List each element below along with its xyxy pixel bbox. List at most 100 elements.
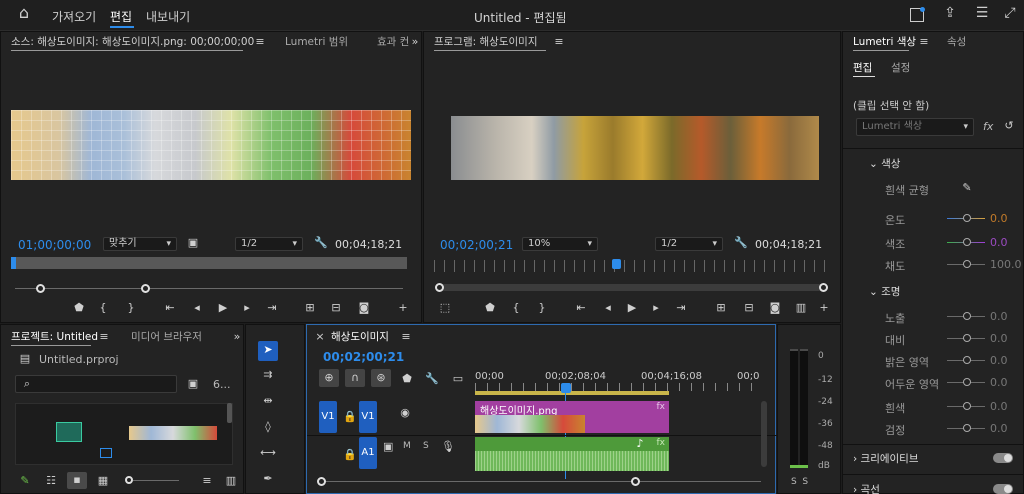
wrench-icon[interactable]: 🔧 xyxy=(734,237,748,249)
sequence-tab[interactable]: 해상도이미지 xyxy=(331,327,389,347)
source-res-dropdown[interactable]: 1/2 xyxy=(235,237,303,251)
curves-section-toggle[interactable]: › 곡선 xyxy=(853,482,880,494)
work-area-bar[interactable] xyxy=(475,391,669,395)
timeline-ruler[interactable] xyxy=(475,383,759,391)
program-playhead[interactable] xyxy=(612,259,621,269)
sort-icon[interactable]: ≡ xyxy=(201,475,213,487)
saturation-knob[interactable] xyxy=(963,260,971,268)
insert-icon[interactable]: ⊞ xyxy=(303,302,317,314)
overwrite-icon[interactable]: ⊟ xyxy=(329,302,343,314)
program-time-ruler[interactable] xyxy=(434,260,830,272)
mark-in-icon[interactable]: { xyxy=(97,302,109,314)
sync-lock-icon[interactable]: ▣ xyxy=(383,441,393,453)
source-playhead[interactable] xyxy=(11,257,16,269)
captions-icon[interactable]: ▭ xyxy=(451,373,465,385)
curves-toggle[interactable] xyxy=(993,484,1013,494)
tint-value[interactable]: 0.0 xyxy=(990,236,1008,249)
source-timecode[interactable]: 01;00;00;00 xyxy=(18,238,91,252)
track-select-icon[interactable]: ⇉ xyxy=(260,369,276,381)
effects-tab[interactable]: 효과 컨 xyxy=(377,32,409,52)
video-clip[interactable]: 해상도이미지.png fx xyxy=(475,401,669,433)
solo-button[interactable]: S xyxy=(423,441,429,451)
mark-out-icon[interactable]: } xyxy=(125,302,137,314)
reset-icon[interactable]: ↺ xyxy=(1003,120,1015,132)
program-zoom-handle-left[interactable] xyxy=(435,283,444,292)
razor-icon[interactable]: ◊ xyxy=(260,421,276,433)
menu-icon[interactable]: ≡ xyxy=(554,36,564,48)
ripple-edit-icon[interactable]: ⇹ xyxy=(260,395,276,407)
program-tab[interactable]: 프로그램: 해상도이미지 xyxy=(434,32,537,52)
lock-icon[interactable]: 🔒 xyxy=(343,449,357,461)
source-zoom-handle-right[interactable] xyxy=(141,284,150,293)
lumetri-tab[interactable]: Lumetri 색상 xyxy=(853,32,916,52)
camera-icon[interactable]: ◙ xyxy=(357,302,371,314)
safe-margin-icon[interactable]: ⬚ xyxy=(438,302,452,314)
image-thumbnail[interactable] xyxy=(129,426,217,440)
wrench-icon[interactable]: 🔧 xyxy=(314,237,328,249)
eye-icon[interactable]: ◉ xyxy=(399,407,411,419)
media-browser-tab[interactable]: 미디어 브라우저 xyxy=(131,327,202,347)
project-scrollbar[interactable] xyxy=(227,403,232,423)
audio-thumbnail[interactable] xyxy=(56,422,82,442)
snap-icon[interactable]: ∩ xyxy=(345,369,365,387)
step-back-icon[interactable]: ◂ xyxy=(191,302,203,314)
source-time-ruler[interactable] xyxy=(11,257,407,269)
a1-target[interactable]: A1 xyxy=(359,437,377,469)
compare-icon[interactable]: ▥ xyxy=(794,302,808,314)
play-icon[interactable]: ▶ xyxy=(626,302,638,314)
vertical-zoom-bar[interactable] xyxy=(761,401,767,467)
wrench-icon[interactable]: 🔧 xyxy=(425,373,439,385)
shadows-knob[interactable] xyxy=(963,378,971,386)
project-tab[interactable]: 프로젝트: Untitled xyxy=(11,327,98,347)
light-section-toggle[interactable]: ⌄ 조명 xyxy=(869,284,900,299)
program-zoom-handle-right[interactable] xyxy=(819,283,828,292)
go-to-out-icon[interactable]: ⇥ xyxy=(674,302,688,314)
thumbnail-size-slider[interactable] xyxy=(125,476,133,484)
marker-icon[interactable]: ⬟ xyxy=(73,302,85,314)
blacks-value[interactable]: 0.0 xyxy=(990,422,1008,435)
menu-icon[interactable]: ≡ xyxy=(401,331,411,343)
extract-icon[interactable]: ⊟ xyxy=(742,302,756,314)
zoom-dropdown[interactable]: 10% xyxy=(522,237,598,251)
play-icon[interactable]: ▶ xyxy=(217,302,229,314)
saturation-value[interactable]: 100.0 xyxy=(990,258,1022,271)
settings-icon[interactable]: ▣ xyxy=(187,237,199,249)
share-icon[interactable]: ⇪ xyxy=(942,6,958,23)
nav-edit[interactable]: 편집 xyxy=(110,8,132,25)
v1-target[interactable]: V1 xyxy=(359,401,377,433)
source-zoom-handle-left[interactable] xyxy=(36,284,45,293)
step-back-icon[interactable]: ◂ xyxy=(602,302,614,314)
exposure-knob[interactable] xyxy=(963,312,971,320)
whites-knob[interactable] xyxy=(963,402,971,410)
v1-source-patch[interactable]: V1 xyxy=(319,401,337,433)
eyedropper-icon[interactable]: ✎ xyxy=(961,182,973,194)
solo-buttons[interactable]: S S xyxy=(791,477,808,487)
edit-subtab[interactable]: 편집 xyxy=(853,60,872,75)
list-view-icon[interactable]: ☷ xyxy=(45,475,57,487)
more-panels-icon[interactable]: » xyxy=(409,36,421,48)
camera-icon[interactable]: ◙ xyxy=(768,302,782,314)
add-button-icon[interactable]: + xyxy=(397,302,409,314)
pencil-icon[interactable]: ✎ xyxy=(19,475,31,487)
shadows-value[interactable]: 0.0 xyxy=(990,376,1008,389)
new-item-icon[interactable]: ▥ xyxy=(225,475,237,487)
timeline-zoom-right[interactable] xyxy=(631,477,640,486)
marker-icon[interactable]: ⬟ xyxy=(401,373,413,385)
source-tab[interactable]: 소스: 해상도이미지: 해상도이미지.png: 00;00;00;00 xyxy=(11,32,254,52)
home-icon[interactable]: ⌂ xyxy=(15,5,33,23)
panels-icon[interactable]: ☰ xyxy=(974,6,990,23)
timeline-playhead-head[interactable] xyxy=(561,383,571,393)
menu-icon[interactable]: ≡ xyxy=(255,36,265,48)
icon-view-button[interactable]: ▪ xyxy=(67,472,87,489)
nest-icon[interactable]: ⊕ xyxy=(319,369,339,387)
lumetri-preset-dropdown[interactable]: Lumetri 색상 xyxy=(856,118,974,136)
blacks-knob[interactable] xyxy=(963,424,971,432)
microphone-icon[interactable]: 🎙 xyxy=(441,441,455,453)
close-icon[interactable]: × xyxy=(315,331,325,343)
step-forward-icon[interactable]: ▸ xyxy=(650,302,662,314)
step-forward-icon[interactable]: ▸ xyxy=(241,302,253,314)
marker-icon[interactable]: ⬟ xyxy=(484,302,496,314)
go-to-in-icon[interactable]: ⇤ xyxy=(163,302,177,314)
lift-icon[interactable]: ⊞ xyxy=(714,302,728,314)
audio-clip[interactable]: ♪ fx xyxy=(475,437,669,471)
